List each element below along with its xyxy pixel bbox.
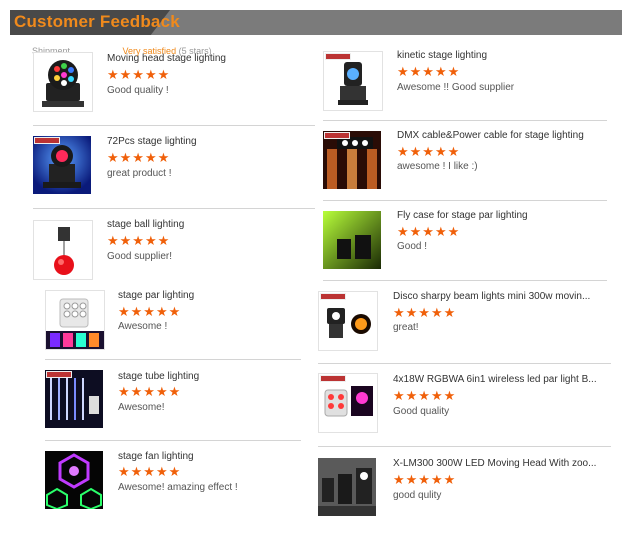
star-rating: ★★★★★ <box>118 464 182 479</box>
review-comment: great! <box>393 322 419 333</box>
section-header: Customer Feedback <box>10 10 622 35</box>
review-product-name[interactable]: Fly case for stage par lighting <box>397 210 528 221</box>
review-comment: Awesome !! Good supplier <box>397 82 515 93</box>
brand-tag <box>34 137 60 144</box>
star-rating: ★★★★★ <box>118 304 182 319</box>
brand-tag <box>320 293 346 300</box>
review-product-name[interactable]: X-LM300 300W LED Moving Head With zoo... <box>393 458 596 469</box>
product-thumbnail[interactable] <box>45 290 105 350</box>
review-comment: Good supplier! <box>107 251 173 262</box>
review-divider <box>323 280 607 281</box>
review-product-name[interactable]: stage fan lighting <box>118 451 194 462</box>
review-product-name[interactable]: 4x18W RGBWA 6in1 wireless led par light … <box>393 374 597 385</box>
review-divider <box>45 440 301 441</box>
review-comment: Awesome ! <box>118 321 168 332</box>
review-divider <box>323 200 607 201</box>
product-thumbnail[interactable] <box>33 52 93 112</box>
review-comment: awesome ! I like :) <box>397 161 478 172</box>
brand-tag <box>325 53 351 60</box>
product-thumbnail[interactable] <box>318 291 378 351</box>
section-title: Customer Feedback <box>14 12 180 31</box>
product-thumbnail[interactable] <box>318 458 376 516</box>
brand-tag <box>46 371 72 378</box>
review-divider <box>318 363 611 364</box>
brand-tag <box>324 132 350 139</box>
review-comment: great product ! <box>107 168 172 179</box>
review-product-name[interactable]: stage tube lighting <box>118 371 199 382</box>
review-divider <box>323 120 607 121</box>
review-product-name[interactable]: DMX cable&Power cable for stage lighting <box>397 130 584 141</box>
star-rating: ★★★★★ <box>393 388 457 403</box>
review-divider <box>33 208 315 209</box>
product-thumbnail[interactable] <box>33 220 93 280</box>
brand-tag <box>320 375 346 382</box>
star-rating: ★★★★★ <box>397 144 461 159</box>
review-product-name[interactable]: Moving head stage lighting <box>107 53 226 64</box>
review-comment: Good quality <box>393 406 450 417</box>
product-thumbnail[interactable] <box>323 131 381 189</box>
star-rating: ★★★★★ <box>397 224 461 239</box>
product-thumbnail[interactable] <box>323 211 381 269</box>
product-thumbnail[interactable] <box>45 370 103 428</box>
review-product-name[interactable]: Disco sharpy beam lights mini 300w movin… <box>393 291 590 302</box>
star-rating: ★★★★★ <box>393 472 457 487</box>
star-rating: ★★★★★ <box>107 67 171 82</box>
review-product-name[interactable]: stage par lighting <box>118 290 194 301</box>
star-rating: ★★★★★ <box>397 64 461 79</box>
star-rating: ★★★★★ <box>107 233 171 248</box>
review-comment: Awesome! <box>118 402 165 413</box>
review-comment: good qulity <box>393 490 442 501</box>
review-comment: Good quality ! <box>107 85 169 96</box>
review-product-name[interactable]: stage ball lighting <box>107 219 184 230</box>
review-divider <box>45 359 301 360</box>
product-thumbnail[interactable] <box>323 51 383 111</box>
product-thumbnail[interactable] <box>45 451 103 509</box>
review-divider <box>318 446 611 447</box>
product-thumbnail[interactable] <box>318 373 378 433</box>
review-product-name[interactable]: 72Pcs stage lighting <box>107 136 197 147</box>
review-comment: Good ! <box>397 241 428 252</box>
star-rating: ★★★★★ <box>118 384 182 399</box>
review-product-name[interactable]: kinetic stage lighting <box>397 50 487 61</box>
product-thumbnail[interactable] <box>33 136 91 194</box>
star-rating: ★★★★★ <box>393 305 457 320</box>
review-divider <box>33 125 315 126</box>
star-rating: ★★★★★ <box>107 150 171 165</box>
review-comment: Awesome! amazing effect ! <box>118 482 238 493</box>
